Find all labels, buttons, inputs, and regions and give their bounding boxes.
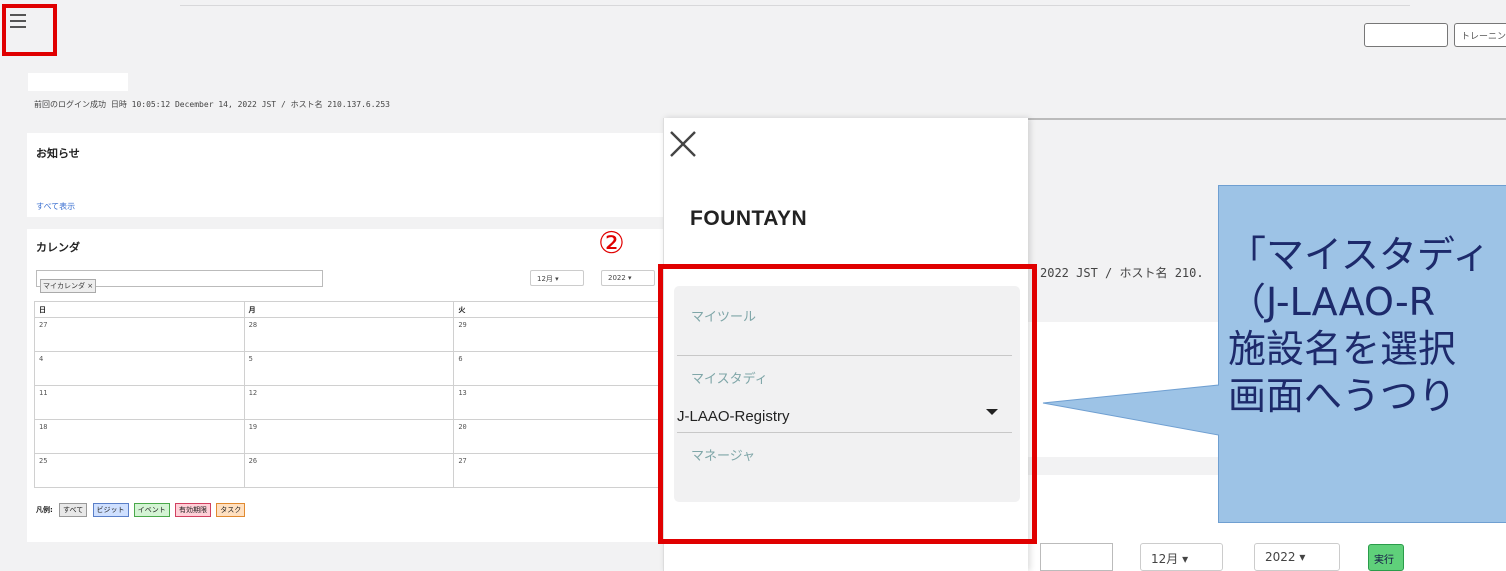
callout-line: （J-LAAO-R xyxy=(1228,280,1436,324)
calendar-day[interactable]: 29 xyxy=(453,317,664,352)
calendar-day[interactable]: 27 xyxy=(34,317,245,352)
training-button[interactable]: トレーニング xyxy=(1454,23,1506,47)
calendar-day[interactable]: 6 xyxy=(453,351,664,386)
calendar-day[interactable]: 19 xyxy=(243,419,455,454)
notices-card: お知らせ すべて表示 xyxy=(27,133,667,217)
weekday-header: 日 xyxy=(34,301,245,318)
close-icon[interactable] xyxy=(668,127,700,159)
calendar-day[interactable]: 13 xyxy=(453,385,664,420)
my-calendar-tag[interactable]: マイカレンダ × xyxy=(40,279,97,293)
highlight-box-drawer-menu xyxy=(658,264,1037,544)
calendar-month-select[interactable]: 12月 ▾ xyxy=(530,270,584,286)
calendar-day[interactable]: 4 xyxy=(34,351,245,386)
callout-text: 「マイスタディ （J-LAAO-R 施設名を選択 画面へうつり xyxy=(1228,232,1506,420)
callout-line: 施設名を選択 xyxy=(1228,327,1457,371)
calendar-week-row: 4 5 6 xyxy=(34,351,664,386)
calendar-year-select[interactable]: 2022 ▾ xyxy=(601,270,655,286)
calendar-day[interactable]: 5 xyxy=(243,351,455,386)
legend-event[interactable]: イベント xyxy=(133,503,170,517)
calendar-week-row: 25 26 27 xyxy=(34,453,664,488)
notices-title: お知らせ xyxy=(36,147,80,160)
weekday-header: 火 xyxy=(453,301,664,318)
legend-label: 凡例: xyxy=(36,506,53,514)
top-divider xyxy=(180,0,1410,6)
callout-line: 「マイスタディ xyxy=(1228,233,1491,277)
calendar-day[interactable]: 25 xyxy=(34,453,245,488)
calendar-week-row: 11 12 13 xyxy=(34,385,664,420)
calendar-legend: 凡例: すべて ビジット イベント 有効期限 タスク xyxy=(36,503,248,517)
zoomed-login-info: 2022 JST / ホスト名 210. xyxy=(1040,266,1204,280)
fountayn-logo: FOUNTAYN xyxy=(690,207,808,230)
user-name-blank xyxy=(28,73,128,91)
calendar-week-row: 27 28 29 xyxy=(34,317,664,352)
last-login-info: 前回のログイン成功 日時 10:05:12 December 14, 2022 … xyxy=(34,100,391,109)
legend-visit[interactable]: ビジット xyxy=(92,503,129,517)
calendar-week-row: 18 19 20 xyxy=(34,419,664,454)
highlight-box-hamburger xyxy=(2,4,57,56)
weekday-header: 月 xyxy=(243,301,455,318)
step-number-annotation: ② xyxy=(598,226,625,261)
legend-all[interactable]: すべて xyxy=(59,503,88,517)
show-all-link[interactable]: すべて表示 xyxy=(36,201,75,212)
calendar-day[interactable]: 26 xyxy=(243,453,455,488)
calendar-day[interactable]: 20 xyxy=(453,419,664,454)
legend-task[interactable]: タスク xyxy=(216,503,246,517)
run-button[interactable]: 実行 xyxy=(1368,544,1404,571)
calendar-filter-input[interactable]: マイカレンダ × xyxy=(36,270,323,293)
legend-expiry[interactable]: 有効期限 xyxy=(174,503,211,517)
zoomed-filter-input[interactable] xyxy=(1040,543,1113,571)
zoomed-month-select[interactable]: 12月 ▾ xyxy=(1140,543,1223,571)
calendar-day[interactable]: 27 xyxy=(453,453,664,488)
calendar-day[interactable]: 12 xyxy=(243,385,455,420)
zoomed-year-select[interactable]: 2022 ▾ xyxy=(1254,543,1340,571)
calendar-title: カレンダ xyxy=(36,241,80,254)
calendar-day[interactable]: 18 xyxy=(34,419,245,454)
calendar-day[interactable]: 28 xyxy=(243,317,455,352)
callout-line: 画面へうつり xyxy=(1228,374,1457,418)
calendar-grid: 日 月 火 27 28 29 4 5 6 11 12 13 18 19 20 2… xyxy=(34,301,664,488)
calendar-day[interactable]: 11 xyxy=(34,385,245,420)
top-button-blank[interactable] xyxy=(1364,23,1448,47)
